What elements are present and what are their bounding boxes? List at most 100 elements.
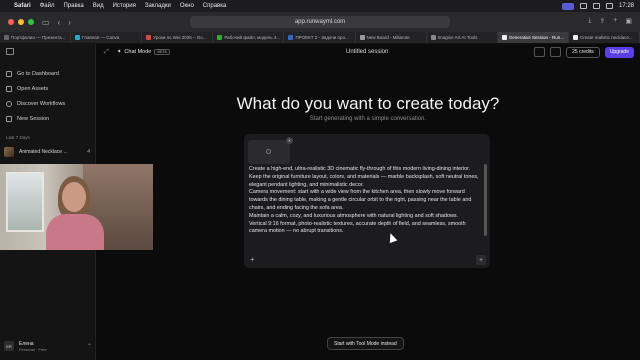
prompt-composer: × Create a high-end, ultra-realistic 3D … bbox=[244, 134, 490, 268]
back-icon[interactable]: ‹ bbox=[58, 18, 61, 27]
upgrade-button[interactable]: Upgrade bbox=[604, 46, 634, 58]
sidebar-item-label: Discover Workflows bbox=[17, 100, 66, 107]
favicon-icon bbox=[75, 35, 81, 40]
favicon-icon bbox=[146, 35, 152, 40]
close-window-button[interactable] bbox=[8, 19, 14, 25]
webcam-overlay bbox=[0, 164, 153, 250]
sidebar-item-label: Open Assets bbox=[17, 85, 49, 92]
tab[interactable]: Create realistic necklace... bbox=[569, 32, 640, 43]
tab[interactable]: Портфолио — Презента... bbox=[0, 32, 72, 43]
session-thumbnail bbox=[4, 147, 14, 157]
control-center-icon[interactable] bbox=[605, 3, 613, 9]
avatar: ER bbox=[4, 341, 14, 351]
user-info: Елена Personal · Free bbox=[19, 341, 47, 352]
tab-label: Imagine Art AI Tools bbox=[437, 35, 478, 40]
zoom-window-button[interactable] bbox=[28, 19, 34, 25]
page-subtitle: Start generating with a simple conversat… bbox=[309, 116, 427, 122]
plus-icon bbox=[6, 115, 12, 122]
credits-badge[interactable]: 25 credits bbox=[566, 46, 600, 58]
tab-overview-icon[interactable]: ▣ bbox=[625, 17, 632, 25]
tab-active[interactable]: Generative Session - Run... bbox=[497, 32, 569, 43]
sidebar-item-label: New Session bbox=[17, 115, 50, 122]
menu-file[interactable]: Файл bbox=[40, 3, 55, 9]
tab-label: Generative Session - Run... bbox=[508, 35, 565, 40]
window-controls bbox=[8, 19, 34, 25]
attached-image[interactable]: × bbox=[248, 137, 293, 164]
menu-app[interactable]: Safari bbox=[14, 3, 31, 9]
prompt-line: Keep the original furniture layout, colo… bbox=[249, 173, 479, 188]
expand-icon[interactable]: ⤢ bbox=[104, 49, 109, 56]
menu-history[interactable]: История bbox=[113, 3, 136, 9]
send-button[interactable]: + bbox=[476, 255, 486, 265]
clock[interactable]: 17:28 bbox=[619, 3, 634, 9]
sidebar-nav: Go to Dashboard Open Assets Discover Wor… bbox=[0, 66, 96, 126]
address-text: app.runwayml.com bbox=[294, 19, 346, 25]
tab[interactable]: New Board - Miliarote bbox=[356, 32, 427, 43]
sidebar-item-workflows[interactable]: Discover Workflows bbox=[0, 96, 96, 111]
prompt-input[interactable]: Create a high-end, ultra-realistic 3D ci… bbox=[249, 166, 483, 236]
session-title[interactable]: Untitled session bbox=[346, 49, 388, 55]
sidebar-item-new-session[interactable]: New Session bbox=[0, 111, 96, 126]
address-bar[interactable]: app.runwayml.com bbox=[190, 16, 450, 28]
tool-mode-button[interactable]: Start with Tool Mode instead bbox=[327, 337, 404, 350]
tab-label: Рабочий файл, модель 4... bbox=[224, 35, 281, 40]
screen-record-icon[interactable] bbox=[561, 2, 574, 10]
page-title: What do you want to create today? bbox=[236, 94, 500, 113]
prompt-line: Camera movement: start with a wide view … bbox=[249, 189, 472, 211]
sidebar-item-assets[interactable]: Open Assets bbox=[0, 81, 96, 96]
mode-label: Chat Mode bbox=[124, 49, 152, 55]
battery-icon[interactable] bbox=[579, 3, 587, 9]
person-body bbox=[46, 214, 104, 250]
minimize-window-button[interactable] bbox=[18, 19, 24, 25]
menu-help[interactable]: Справка bbox=[203, 3, 227, 9]
sidebar-toggle-icon[interactable]: ▭ bbox=[42, 18, 50, 27]
section-title: Last 7 Days bbox=[6, 135, 30, 140]
favicon-icon bbox=[359, 35, 365, 40]
sparkle-icon: ✦ bbox=[116, 49, 122, 55]
favicon-icon bbox=[4, 35, 9, 40]
tab-label: Уроки по Wei 2025 – Go... bbox=[153, 35, 207, 40]
tab[interactable]: Уроки по Wei 2025 – Go... bbox=[142, 32, 214, 43]
prompt-line: Maintain a calm, cozy, and luxurious atm… bbox=[249, 212, 459, 219]
tab[interactable]: Рабочий файл, модель 4... bbox=[213, 32, 285, 43]
folder-icon bbox=[6, 85, 12, 92]
sidebar-item-label: Go to Dashboard bbox=[17, 70, 59, 77]
new-tab-icon[interactable]: + bbox=[613, 17, 617, 25]
menu-window[interactable]: Окно bbox=[180, 3, 194, 9]
menu-bookmarks[interactable]: Закладки bbox=[145, 3, 171, 9]
prompt-line: Vertical 9:16 format, photo-realistic te… bbox=[249, 220, 466, 235]
add-attachment-icon[interactable]: + bbox=[250, 255, 255, 264]
sidebar-item-dashboard[interactable]: Go to Dashboard bbox=[0, 66, 96, 81]
collapse-sidebar-icon[interactable] bbox=[6, 48, 14, 55]
favicon-icon bbox=[501, 35, 507, 40]
session-item[interactable]: Animated Necklace ... 4 bbox=[4, 145, 90, 159]
user-menu[interactable]: ER Елена Personal · Free ⌃ bbox=[4, 338, 92, 354]
person-face bbox=[62, 182, 86, 212]
macos-menubar: Safari Файл Правка Вид История Закладки … bbox=[0, 0, 640, 12]
assets-panel-icon[interactable] bbox=[550, 47, 562, 57]
globe-icon bbox=[6, 100, 12, 107]
prompt-line: Create a high-end, ultra-realistic 3D ci… bbox=[249, 166, 471, 172]
chevron-up-icon: ⌃ bbox=[86, 343, 92, 350]
forward-icon[interactable]: › bbox=[68, 18, 71, 27]
main-topbar: ⤢ ✦ Chat Mode BETA Untitled session 25 c… bbox=[96, 44, 640, 60]
menu-view[interactable]: Вид bbox=[93, 3, 104, 9]
tab-label: New Board - Miliarote bbox=[366, 35, 410, 40]
share-icon[interactable]: ⇪ bbox=[599, 17, 605, 25]
mode-selector[interactable]: ✦ Chat Mode BETA bbox=[117, 49, 170, 55]
beta-badge: BETA bbox=[154, 49, 170, 55]
menu-edit[interactable]: Правка bbox=[63, 3, 83, 9]
tab[interactable]: Главная — Canva bbox=[71, 32, 143, 43]
scrollbar[interactable] bbox=[484, 164, 487, 236]
tab-bar: Портфолио — Презента... Главная — Canva … bbox=[0, 32, 640, 44]
session-label: Animated Necklace ... bbox=[19, 149, 68, 155]
remove-attachment-icon[interactable]: × bbox=[286, 137, 293, 144]
tab-label: Главная — Canva bbox=[82, 35, 120, 40]
download-icon[interactable]: ⤓ bbox=[588, 17, 591, 25]
dashboard-icon bbox=[6, 70, 12, 77]
loading-spinner-icon bbox=[266, 149, 271, 154]
tab[interactable]: Imagine Art AI Tools bbox=[427, 32, 498, 43]
wifi-icon[interactable] bbox=[592, 3, 600, 9]
gallery-icon[interactable] bbox=[534, 47, 546, 57]
tab[interactable]: ПРОЕКТ 2 - Задачи про... bbox=[284, 32, 356, 43]
